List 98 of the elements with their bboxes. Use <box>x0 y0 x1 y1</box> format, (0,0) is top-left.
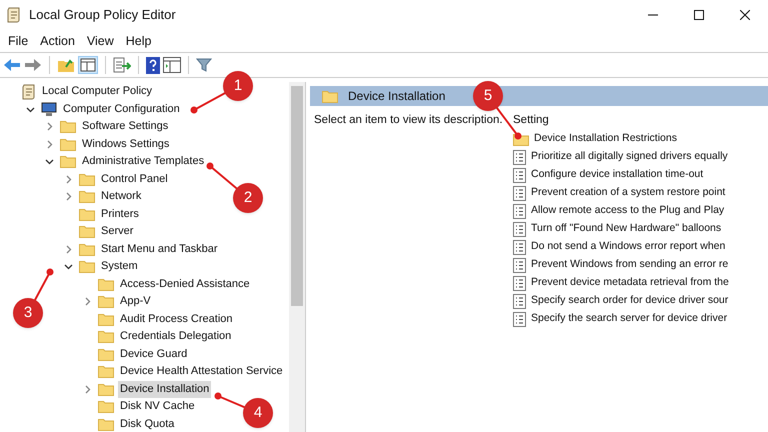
details-title: Device Installation <box>348 88 446 105</box>
tree-item[interactable]: System <box>99 258 140 276</box>
folder-icon <box>98 312 114 326</box>
folder-icon <box>98 295 114 308</box>
menu-item[interactable]: View <box>80 32 120 50</box>
setting-icon <box>513 240 526 254</box>
tree-item[interactable]: Control Panel <box>99 170 170 188</box>
callout-marker: 2 <box>233 183 263 213</box>
tree-item[interactable]: Access-Denied Assistance <box>118 276 252 293</box>
callout-marker: 1 <box>223 71 253 101</box>
callout-marker: 4 <box>243 398 273 428</box>
help-icon[interactable] <box>146 56 160 74</box>
setting-item[interactable]: Specify the search server for device driver <box>531 311 728 327</box>
folder-icon <box>98 382 114 396</box>
folder-icon <box>98 365 114 378</box>
folder-icon <box>60 138 76 151</box>
forward-arrow-icon[interactable] <box>24 58 42 72</box>
tree-item[interactable]: Start Menu and Taskbar <box>99 240 220 258</box>
filter-icon[interactable] <box>196 57 212 73</box>
folder-icon <box>98 348 114 361</box>
folder-icon <box>98 330 114 344</box>
folder-icon <box>98 418 114 431</box>
setting-icon <box>513 276 526 290</box>
scroll-bar[interactable] <box>289 82 305 432</box>
tree-item[interactable]: Disk Quota <box>118 416 176 432</box>
tree-item[interactable]: Local Computer Policy <box>40 83 154 100</box>
menu-item[interactable]: File <box>2 32 34 50</box>
chevron-down-icon[interactable] <box>64 262 72 272</box>
setting-icon <box>513 186 526 200</box>
setting-item[interactable]: Configure device installation time-out <box>531 167 704 183</box>
folder-icon <box>322 90 338 102</box>
chevron-right-icon[interactable] <box>64 174 72 184</box>
tree-item[interactable]: App-V <box>118 293 153 310</box>
tree-item[interactable]: Device Guard <box>118 346 190 363</box>
tree-item[interactable]: Device Health Attestation Service <box>118 363 285 380</box>
chevron-right-icon[interactable] <box>82 297 92 306</box>
setting-item[interactable]: Turn off "Found New Hardware" balloons <box>531 221 722 237</box>
setting-item[interactable]: Prevent Windows from sending an error re <box>531 257 728 273</box>
folder-icon <box>98 278 114 291</box>
tree-item[interactable]: Audit Process Creation <box>118 310 234 328</box>
maximize-icon <box>694 10 704 20</box>
chevron-right-icon[interactable] <box>64 244 72 254</box>
folder-icon <box>79 190 95 204</box>
scroll-thumb[interactable] <box>291 86 303 306</box>
folder-icon <box>79 260 95 274</box>
description-text: Select an item to view its description. <box>314 114 503 126</box>
folder-icon <box>79 225 95 238</box>
tree-item[interactable]: Printers <box>99 206 141 223</box>
column-header: Setting <box>513 113 549 128</box>
chevron-down-icon[interactable] <box>26 104 34 114</box>
chevron-right-icon[interactable] <box>44 140 54 149</box>
setting-item[interactable]: Specify search order for device driver sour <box>531 293 728 309</box>
folder-icon <box>79 242 95 256</box>
setting-icon <box>513 204 526 218</box>
folder-icon <box>60 120 76 134</box>
menu-item[interactable]: Action <box>34 32 81 50</box>
setting-item[interactable]: Prioritize all digitally signed drivers equally <box>531 149 728 165</box>
chevron-right-icon[interactable] <box>44 122 54 132</box>
computer-icon <box>41 102 57 117</box>
pane-toggle-icon[interactable] <box>78 56 98 74</box>
folder-icon <box>60 155 76 168</box>
chevron-down-icon[interactable] <box>44 157 54 166</box>
menu-item[interactable]: Help <box>120 32 158 50</box>
callout-marker: 5 <box>473 81 503 111</box>
chevron-right-icon[interactable] <box>82 384 92 394</box>
setting-item[interactable]: Prevent creation of a system restore point <box>531 185 726 201</box>
setting-icon <box>513 258 526 272</box>
tree-item[interactable]: Disk NV Cache <box>118 398 197 416</box>
folder-icon <box>79 172 95 186</box>
export-list-icon[interactable] <box>113 57 131 73</box>
setting-icon <box>513 168 526 182</box>
setting-icon <box>513 222 526 236</box>
tree-item[interactable]: Administrative Templates <box>80 153 206 170</box>
setting-icon <box>513 294 526 308</box>
tree-item[interactable]: Credentials Delegation <box>118 328 234 346</box>
callout-marker: 3 <box>13 298 43 328</box>
setting-icon <box>513 312 526 326</box>
tree-item[interactable]: Device Installation <box>118 380 212 398</box>
scroll-icon <box>22 84 36 100</box>
chevron-right-icon[interactable] <box>64 192 72 202</box>
scroll-icon <box>7 7 21 23</box>
tree-item[interactable]: Windows Settings <box>80 136 172 153</box>
folder-icon <box>79 208 95 221</box>
tree-item[interactable]: Server <box>99 223 136 240</box>
folder-up-icon[interactable] <box>57 57 75 73</box>
setting-icon <box>513 150 526 164</box>
back-arrow-icon[interactable] <box>3 58 21 72</box>
setting-item[interactable]: Device Installation Restrictions <box>534 131 677 147</box>
setting-item[interactable]: Allow remote access to the Plug and Play <box>531 203 724 219</box>
setting-item[interactable]: Prevent device metadata retrieval from the <box>531 275 729 291</box>
tree-item[interactable]: Network <box>99 188 144 206</box>
setting-item[interactable]: Do not send a Windows error report when <box>531 239 726 255</box>
properties-pane-icon[interactable] <box>163 57 181 73</box>
close-icon <box>740 10 750 20</box>
folder-icon <box>98 400 114 414</box>
tree-item[interactable]: Computer Configuration <box>61 100 182 118</box>
tree-item[interactable]: Software Settings <box>80 118 170 136</box>
window-title: Local Group Policy Editor <box>29 6 176 24</box>
